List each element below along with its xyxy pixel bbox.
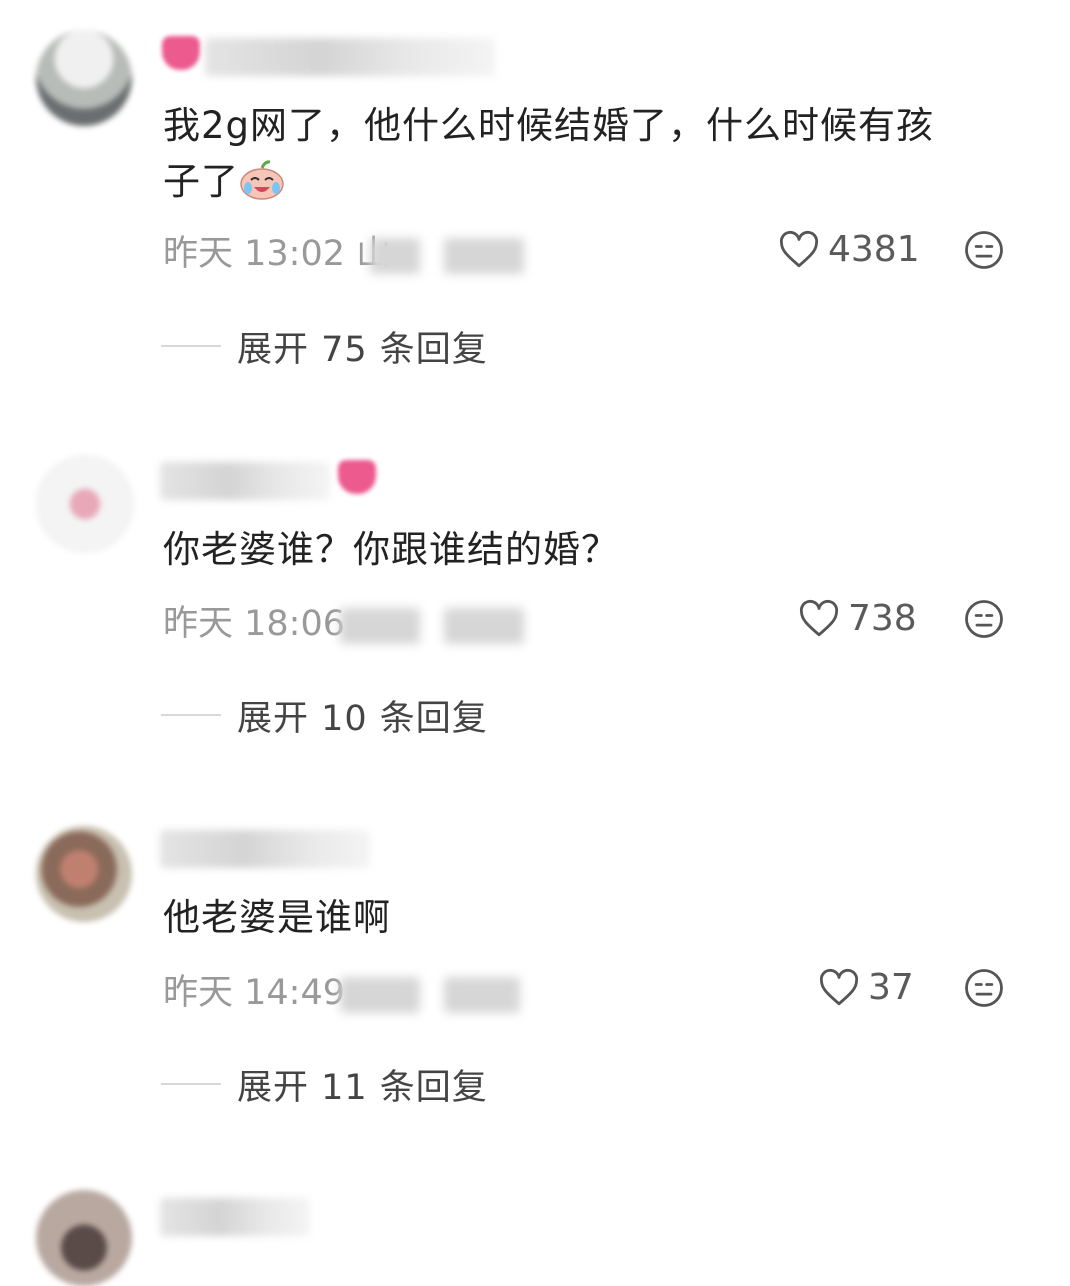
divider (161, 345, 221, 347)
user-badge-icon (162, 36, 200, 70)
comment-meta: 昨天 14:49 (163, 971, 345, 1015)
heart-outline-icon (819, 968, 859, 1006)
comment-time: 昨天 18:06 (163, 604, 345, 644)
username-redacted[interactable] (160, 830, 370, 868)
divider (161, 1083, 221, 1085)
heart-outline-icon (799, 599, 839, 637)
comment-text-tail: 子了 (163, 160, 239, 203)
expand-replies[interactable]: 展开 11 条回复 (161, 1062, 488, 1108)
meh-face-icon[interactable] (963, 598, 1005, 640)
location-redacted (340, 608, 420, 644)
reply-button-redacted[interactable] (444, 977, 520, 1013)
heart-outline-icon (779, 230, 819, 268)
like-button[interactable]: 37 (818, 966, 914, 1010)
username-redacted[interactable] (160, 1198, 310, 1236)
comment-text-line: 他老婆是谁啊 (163, 896, 391, 939)
expand-replies-label[interactable]: 展开 75 条回复 (237, 321, 488, 372)
expand-replies-label[interactable]: 展开 11 条回复 (237, 1059, 488, 1110)
username-redacted[interactable] (160, 462, 330, 500)
expand-replies[interactable]: 展开 75 条回复 (161, 324, 488, 370)
avatar[interactable] (36, 826, 132, 922)
location-redacted (370, 238, 420, 274)
like-count: 4381 (828, 229, 920, 270)
username-redacted[interactable] (205, 38, 495, 76)
comment-time: 昨天 13:02 山 (163, 234, 392, 274)
comment-text: 你老婆谁？你跟谁结的婚？ (163, 522, 1023, 578)
like-count: 37 (868, 967, 914, 1008)
comment-text: 他老婆是谁啊 (163, 890, 1023, 946)
expand-replies[interactable]: 展开 10 条回复 (161, 693, 488, 739)
avatar[interactable] (36, 30, 132, 126)
avatar[interactable] (36, 455, 134, 553)
comment-time: 昨天 14:49 (163, 973, 345, 1013)
comment-text-line: 我2g网了，他什么时候结婚了，什么时候有孩 (163, 104, 935, 147)
like-count: 738 (848, 598, 917, 639)
location-redacted (340, 977, 420, 1013)
crying-laughing-emoji-icon (239, 158, 285, 200)
meh-face-icon[interactable] (963, 229, 1005, 271)
comment-meta: 昨天 13:02 山 (163, 232, 391, 276)
comment-text-line: 子了 (163, 154, 1023, 210)
comment-text: 我2g网了，他什么时候结婚了，什么时候有孩 子了 (163, 98, 1023, 210)
like-button[interactable]: 4381 (778, 228, 920, 272)
reply-button-redacted[interactable] (444, 608, 524, 644)
expand-replies-label[interactable]: 展开 10 条回复 (237, 690, 488, 741)
reply-button-redacted[interactable] (444, 238, 524, 274)
comment-text-line: 你老婆谁？你跟谁结的婚？ (163, 528, 619, 571)
avatar[interactable] (36, 1190, 132, 1286)
user-badge-icon (338, 460, 376, 494)
divider (161, 714, 221, 716)
comment-meta: 昨天 18:06 (163, 602, 345, 646)
like-button[interactable]: 738 (798, 597, 917, 641)
meh-face-icon[interactable] (963, 967, 1005, 1009)
